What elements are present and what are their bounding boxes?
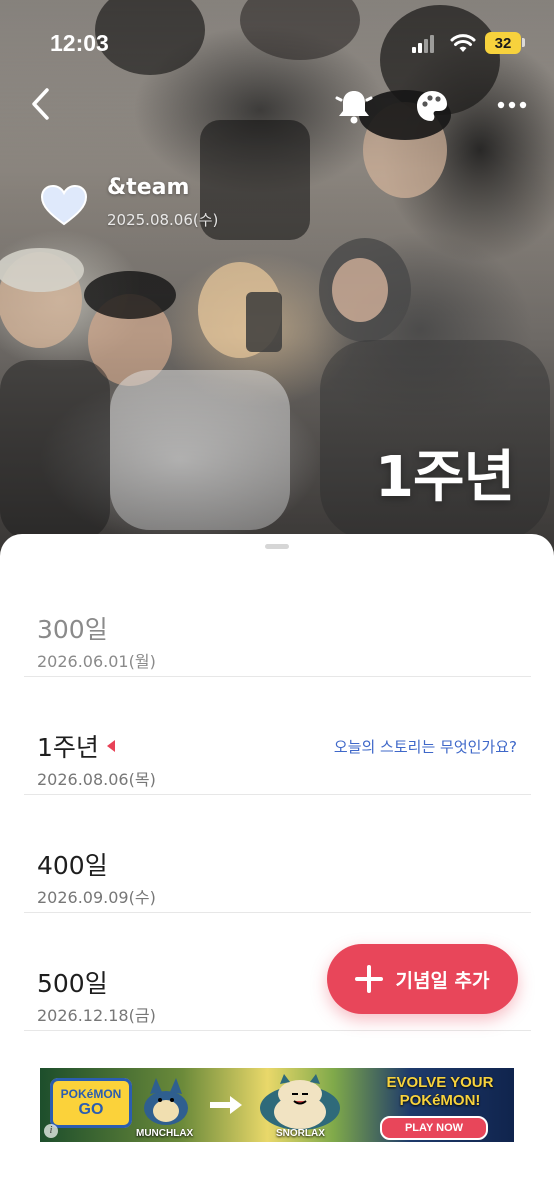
palette-icon[interactable] [412, 86, 452, 126]
status-time: 12:03 [50, 30, 109, 56]
cellular-signal-icon [412, 35, 438, 53]
current-marker-icon [106, 740, 115, 752]
milestone-title: 1주년 [37, 733, 99, 762]
add-anniversary-label: 기념일 추가 [395, 969, 490, 992]
milestone-date: 2026.12.18(금) [37, 1006, 156, 1025]
ad-headline-line-2: POKéMON! [399, 1092, 481, 1109]
ad-headline-line-1: EVOLVE YOUR [386, 1074, 494, 1091]
play-now-button[interactable]: PLAY NOW [380, 1116, 488, 1140]
milestone-row[interactable]: 400일 2026.09.09(수) [24, 794, 531, 913]
milestone-row[interactable]: 300일 2026.06.01(월) [24, 558, 531, 677]
milestone-date: 2026.06.01(월) [37, 652, 156, 671]
story-prompt-link[interactable]: 오늘의 스토리는 무엇인가요? [334, 736, 517, 757]
snorlax-image [260, 1074, 340, 1130]
logo-top-text: POKéMON [60, 1087, 122, 1101]
info-icon[interactable]: i [44, 1124, 58, 1138]
evolve-arrow-icon [210, 1096, 242, 1114]
more-icon[interactable] [494, 90, 530, 120]
bell-icon[interactable] [332, 84, 376, 128]
ad-banner[interactable]: POKéMON GO i MUNCHLAX SNORLAX EVOLVE YOU… [40, 1068, 514, 1142]
pokemon-go-logo: POKéMON GO [50, 1078, 132, 1128]
from-pokemon-label: MUNCHLAX [136, 1128, 194, 1139]
milestone-title: 400일 [37, 851, 108, 880]
sheet-grabber[interactable] [265, 544, 289, 549]
munchlax-image [144, 1078, 188, 1125]
wifi-icon [450, 34, 476, 52]
featured-milestone-title: 1주년 [374, 445, 515, 510]
battery-indicator: 32 [485, 32, 521, 54]
plus-icon [355, 965, 384, 993]
group-name: &team [107, 175, 190, 200]
milestone-date: 2026.08.06(목) [37, 770, 156, 789]
ad-headline: EVOLVE YOUR POKéMON! [370, 1074, 510, 1110]
heart-icon [40, 184, 88, 226]
milestone-date: 2026.09.09(수) [37, 888, 156, 907]
start-date: 2025.08.06(수) [107, 211, 219, 229]
to-pokemon-label: SNORLAX [276, 1128, 325, 1139]
add-anniversary-button[interactable]: 기념일 추가 [327, 944, 518, 1014]
milestone-title: 300일 [37, 615, 108, 644]
battery-cap [522, 38, 525, 47]
back-icon[interactable] [26, 84, 56, 124]
milestone-title: 500일 [37, 969, 108, 998]
milestone-row-current[interactable]: 1주년 2026.08.06(목) 오늘의 스토리는 무엇인가요? [24, 676, 531, 795]
logo-go-text: GO [78, 1101, 104, 1118]
